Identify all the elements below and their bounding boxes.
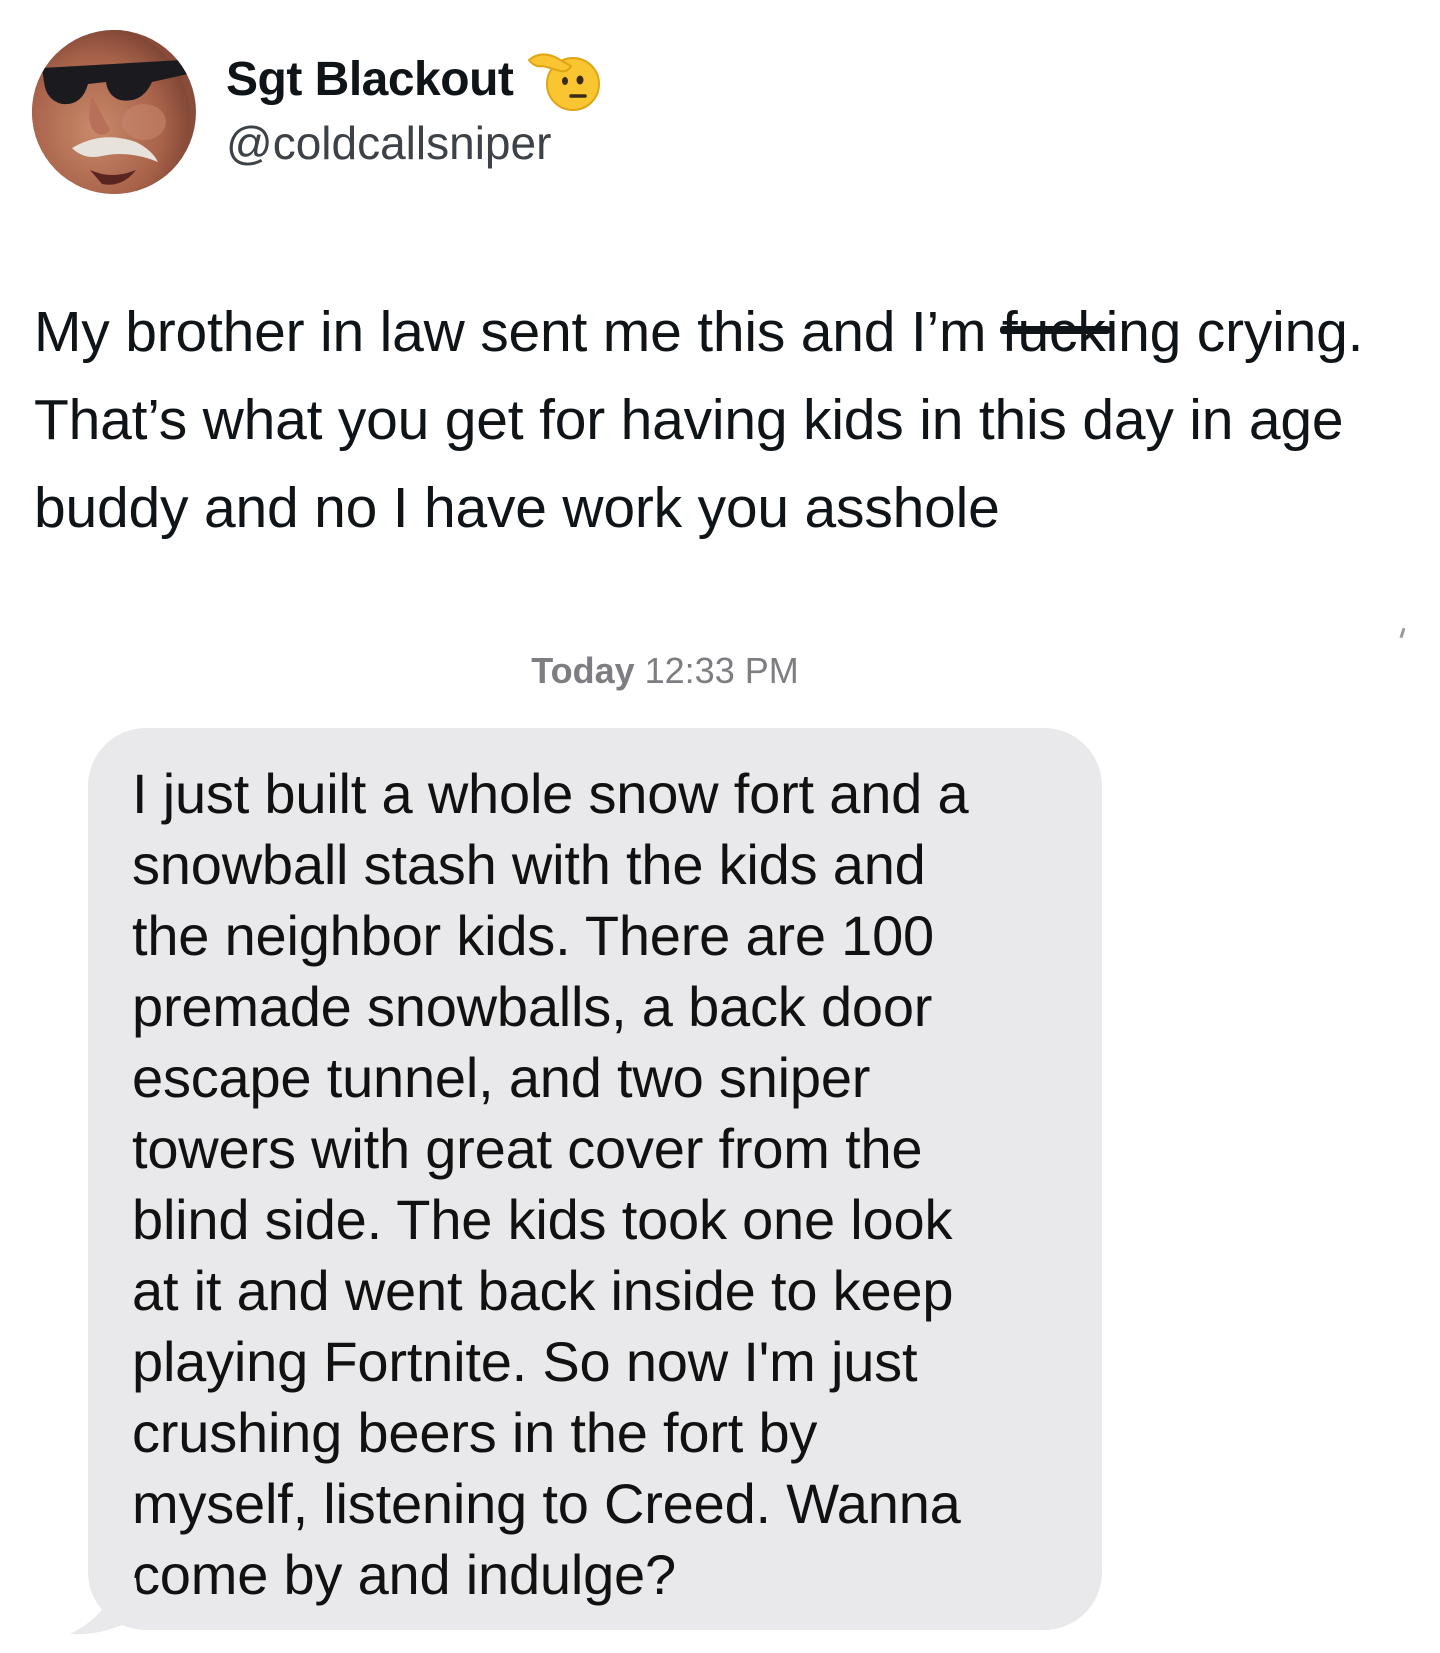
bubble-tail xyxy=(70,1578,140,1635)
image-artifact-mark xyxy=(1399,627,1406,639)
timestamp-day: Today xyxy=(531,650,635,691)
author-name-row[interactable]: Sgt Blackout xyxy=(226,46,601,112)
saluting-face-icon xyxy=(527,46,601,112)
author-identity: Sgt Blackout @coldcallsniper xyxy=(226,46,601,170)
tweet-text: My brother in law sent me this and I’m f… xyxy=(34,288,1424,552)
message-timestamp: Today 12:33 PM xyxy=(0,650,1440,692)
censored-word: fuck xyxy=(999,288,1110,376)
avatar[interactable] xyxy=(32,30,196,194)
author-handle[interactable]: @coldcallsniper xyxy=(226,116,601,170)
message-text: I just built a whole snow fort and a sno… xyxy=(132,762,969,1606)
timestamp-time: 12:33 PM xyxy=(644,650,799,691)
tweet-header: Sgt Blackout @coldcallsniper xyxy=(32,30,601,194)
message-bubble: I just built a whole snow fort and a sno… xyxy=(88,728,1102,1630)
tweet-text-start: My brother in law sent me this and I’m xyxy=(34,300,1002,364)
screenshot-page: Sgt Blackout @coldcallsniper My brother … xyxy=(0,0,1440,1653)
display-name[interactable]: Sgt Blackout xyxy=(226,52,514,107)
